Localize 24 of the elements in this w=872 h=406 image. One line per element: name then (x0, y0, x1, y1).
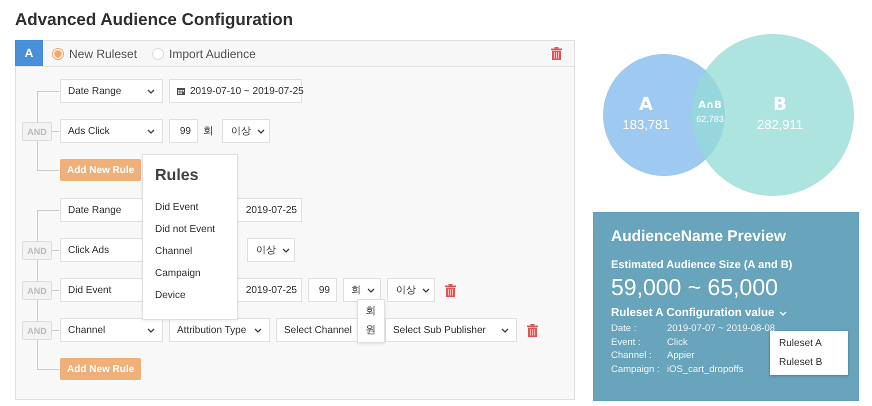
detail-value: Click (667, 336, 688, 349)
size-value: 59,000 ~ 65,000 (611, 274, 779, 301)
set-count: 183,781 (622, 117, 670, 132)
preview-title: AudienceName Preview (611, 228, 787, 246)
unit-label: 회 (203, 124, 214, 138)
set-count: 282,911 (756, 117, 804, 132)
intersection-label: A∩B (698, 100, 722, 111)
and-badge: AND (22, 241, 52, 260)
detail-label: Campaign : (611, 362, 660, 376)
set-label: B (773, 94, 787, 115)
detail-value: iOS_cart_dropoffs (667, 362, 744, 376)
detail-value: 2019-07-07 ~ 2019-08-08 (667, 322, 776, 336)
detail-value: Appier (667, 349, 694, 362)
size-label: Estimated Audience Size (A and B) (611, 259, 794, 271)
and-badge: AND (22, 281, 52, 300)
page-title: Advanced Audience Configuration (14, 9, 294, 31)
menu-title: Rules (155, 167, 200, 185)
and-badge: AND (22, 321, 52, 340)
set-label: A (639, 94, 653, 115)
detail-label: Date : (611, 322, 636, 336)
intersection-count: 62,783 (696, 114, 724, 124)
detail-label: Event : (611, 336, 641, 349)
and-badge: AND (22, 122, 52, 141)
detail-label: Channel : (611, 349, 652, 362)
